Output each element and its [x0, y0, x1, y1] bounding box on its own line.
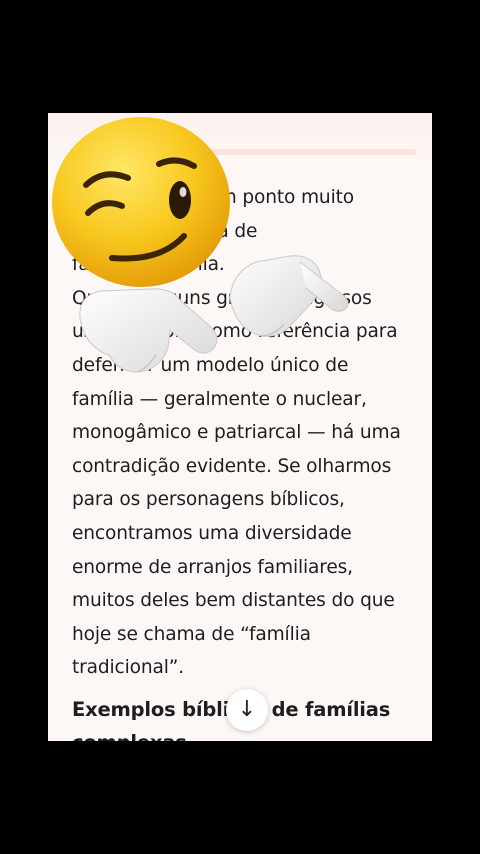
article-paragraph: é tratado com um ponto muito polêmico: a… [72, 181, 420, 685]
paragraph-line: defender um modelo único de [72, 354, 349, 376]
paragraph-line: família na Bíblia. [72, 254, 225, 276]
paragraph-line: hoje se chama de “família [72, 623, 311, 645]
paragraph-line: encontramos uma diversidade [72, 522, 352, 544]
paragraph-line: para os personagens bíblicos, [72, 489, 345, 511]
paragraph-line: Quando alguns grupos religiosos [72, 287, 372, 309]
paragraph-line: é tratado com um ponto muito [72, 187, 354, 208]
paragraph-line: muitos deles bem distantes do que [72, 590, 395, 612]
paragraph-line: monogâmico e patriarcal — há uma [72, 422, 401, 444]
arrow-down-icon: ↓ [237, 697, 257, 722]
paragraph-line: família — geralmente o nuclear, [72, 388, 367, 410]
video-screen: é tratado com um ponto muito polêmico: a… [0, 0, 480, 854]
card-top-fade [48, 113, 432, 173]
article-body: é tratado com um ponto muito polêmico: a… [72, 181, 420, 741]
article-card: é tratado com um ponto muito polêmico: a… [48, 113, 432, 741]
scroll-down-button[interactable]: ↓ [226, 689, 268, 731]
paragraph-line: enorme de arranjos familiares, [72, 556, 353, 578]
paragraph-line: usam a Bíblia como referência para [72, 321, 398, 343]
paragraph-line: tradicional”. [72, 657, 185, 679]
card-top-bar [198, 149, 416, 155]
paragraph-line: polêmico: a ideia de [72, 220, 258, 242]
paragraph-line: contradição evidente. Se olharmos [72, 455, 392, 477]
